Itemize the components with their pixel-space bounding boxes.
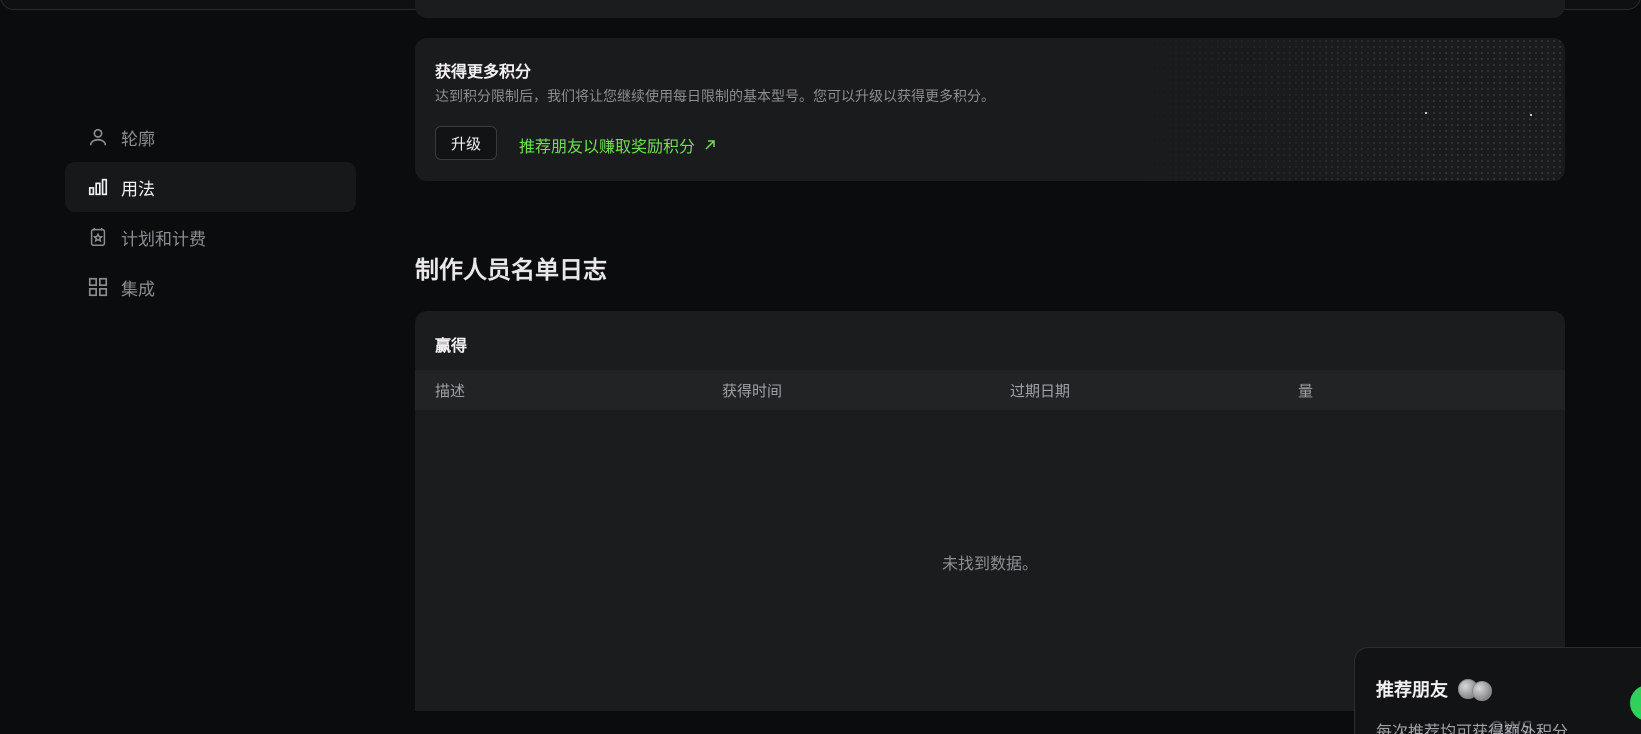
previous-card [415, 0, 1565, 18]
app-root: 轮廓 用法 计划和计费 集成 获得更多积分 达到积分限制后，我们将让您继续使用每… [0, 0, 1641, 734]
refer-link-label: 推荐朋友以赚取奖励积分 [519, 137, 696, 156]
user-icon [89, 128, 107, 146]
column-header[interactable]: 过期日期 [1010, 380, 1070, 401]
watermark-text: ows [1490, 714, 1533, 734]
sidebar-item-integrations[interactable]: 集成 [65, 262, 356, 312]
billing-icon [90, 227, 106, 246]
sidebar-item-label: 轮廓 [121, 129, 155, 150]
upgrade-button[interactable]: 升级 [435, 126, 498, 160]
popup-description: 每次推荐均可获得额外积分 [1376, 722, 1569, 734]
sparkle-decoration [1425, 112, 1427, 114]
sidebar-item-usage[interactable]: 用法 [65, 162, 356, 212]
sparkle-decoration [1530, 114, 1532, 116]
grid-icon [88, 277, 108, 297]
sidebar-item-profile[interactable]: 轮廓 [65, 112, 356, 162]
column-header[interactable]: 描述 [435, 380, 465, 401]
arrow-up-right-icon [705, 140, 715, 150]
popup-title: 推荐朋友 [1376, 676, 1498, 702]
column-header[interactable]: 量 [1298, 380, 1313, 401]
table-header: 描述 获得时间 过期日期 量 [415, 370, 1565, 410]
dot-pattern-decoration [1125, 38, 1565, 181]
bar-chart-icon [88, 178, 108, 196]
card-description: 达到积分限制后，我们将让您继续使用每日限制的基本型号。您可以升级以获得更多积分。 [435, 89, 995, 105]
table-caption: 赢得 [435, 336, 468, 355]
column-header[interactable]: 获得时间 [722, 380, 782, 401]
card-title: 获得更多积分 [435, 62, 532, 81]
sidebar-item-label: 集成 [121, 279, 155, 300]
popup-title-text: 推荐朋友 [1376, 680, 1448, 701]
coins-icon [1458, 678, 1498, 701]
credit-log-title: 制作人员名单日志 [415, 256, 607, 284]
empty-state-message: 未找到数据。 [941, 554, 1038, 573]
sidebar: 轮廓 用法 计划和计费 集成 [65, 112, 356, 312]
sidebar-item-billing[interactable]: 计划和计费 [65, 212, 356, 262]
refer-friends-link[interactable]: 推荐朋友以赚取奖励积分 [519, 133, 717, 157]
sidebar-item-label: 用法 [121, 179, 155, 200]
get-more-credits-card: 获得更多积分 达到积分限制后，我们将让您继续使用每日限制的基本型号。您可以升级以… [415, 38, 1565, 181]
sidebar-item-label: 计划和计费 [121, 229, 206, 250]
